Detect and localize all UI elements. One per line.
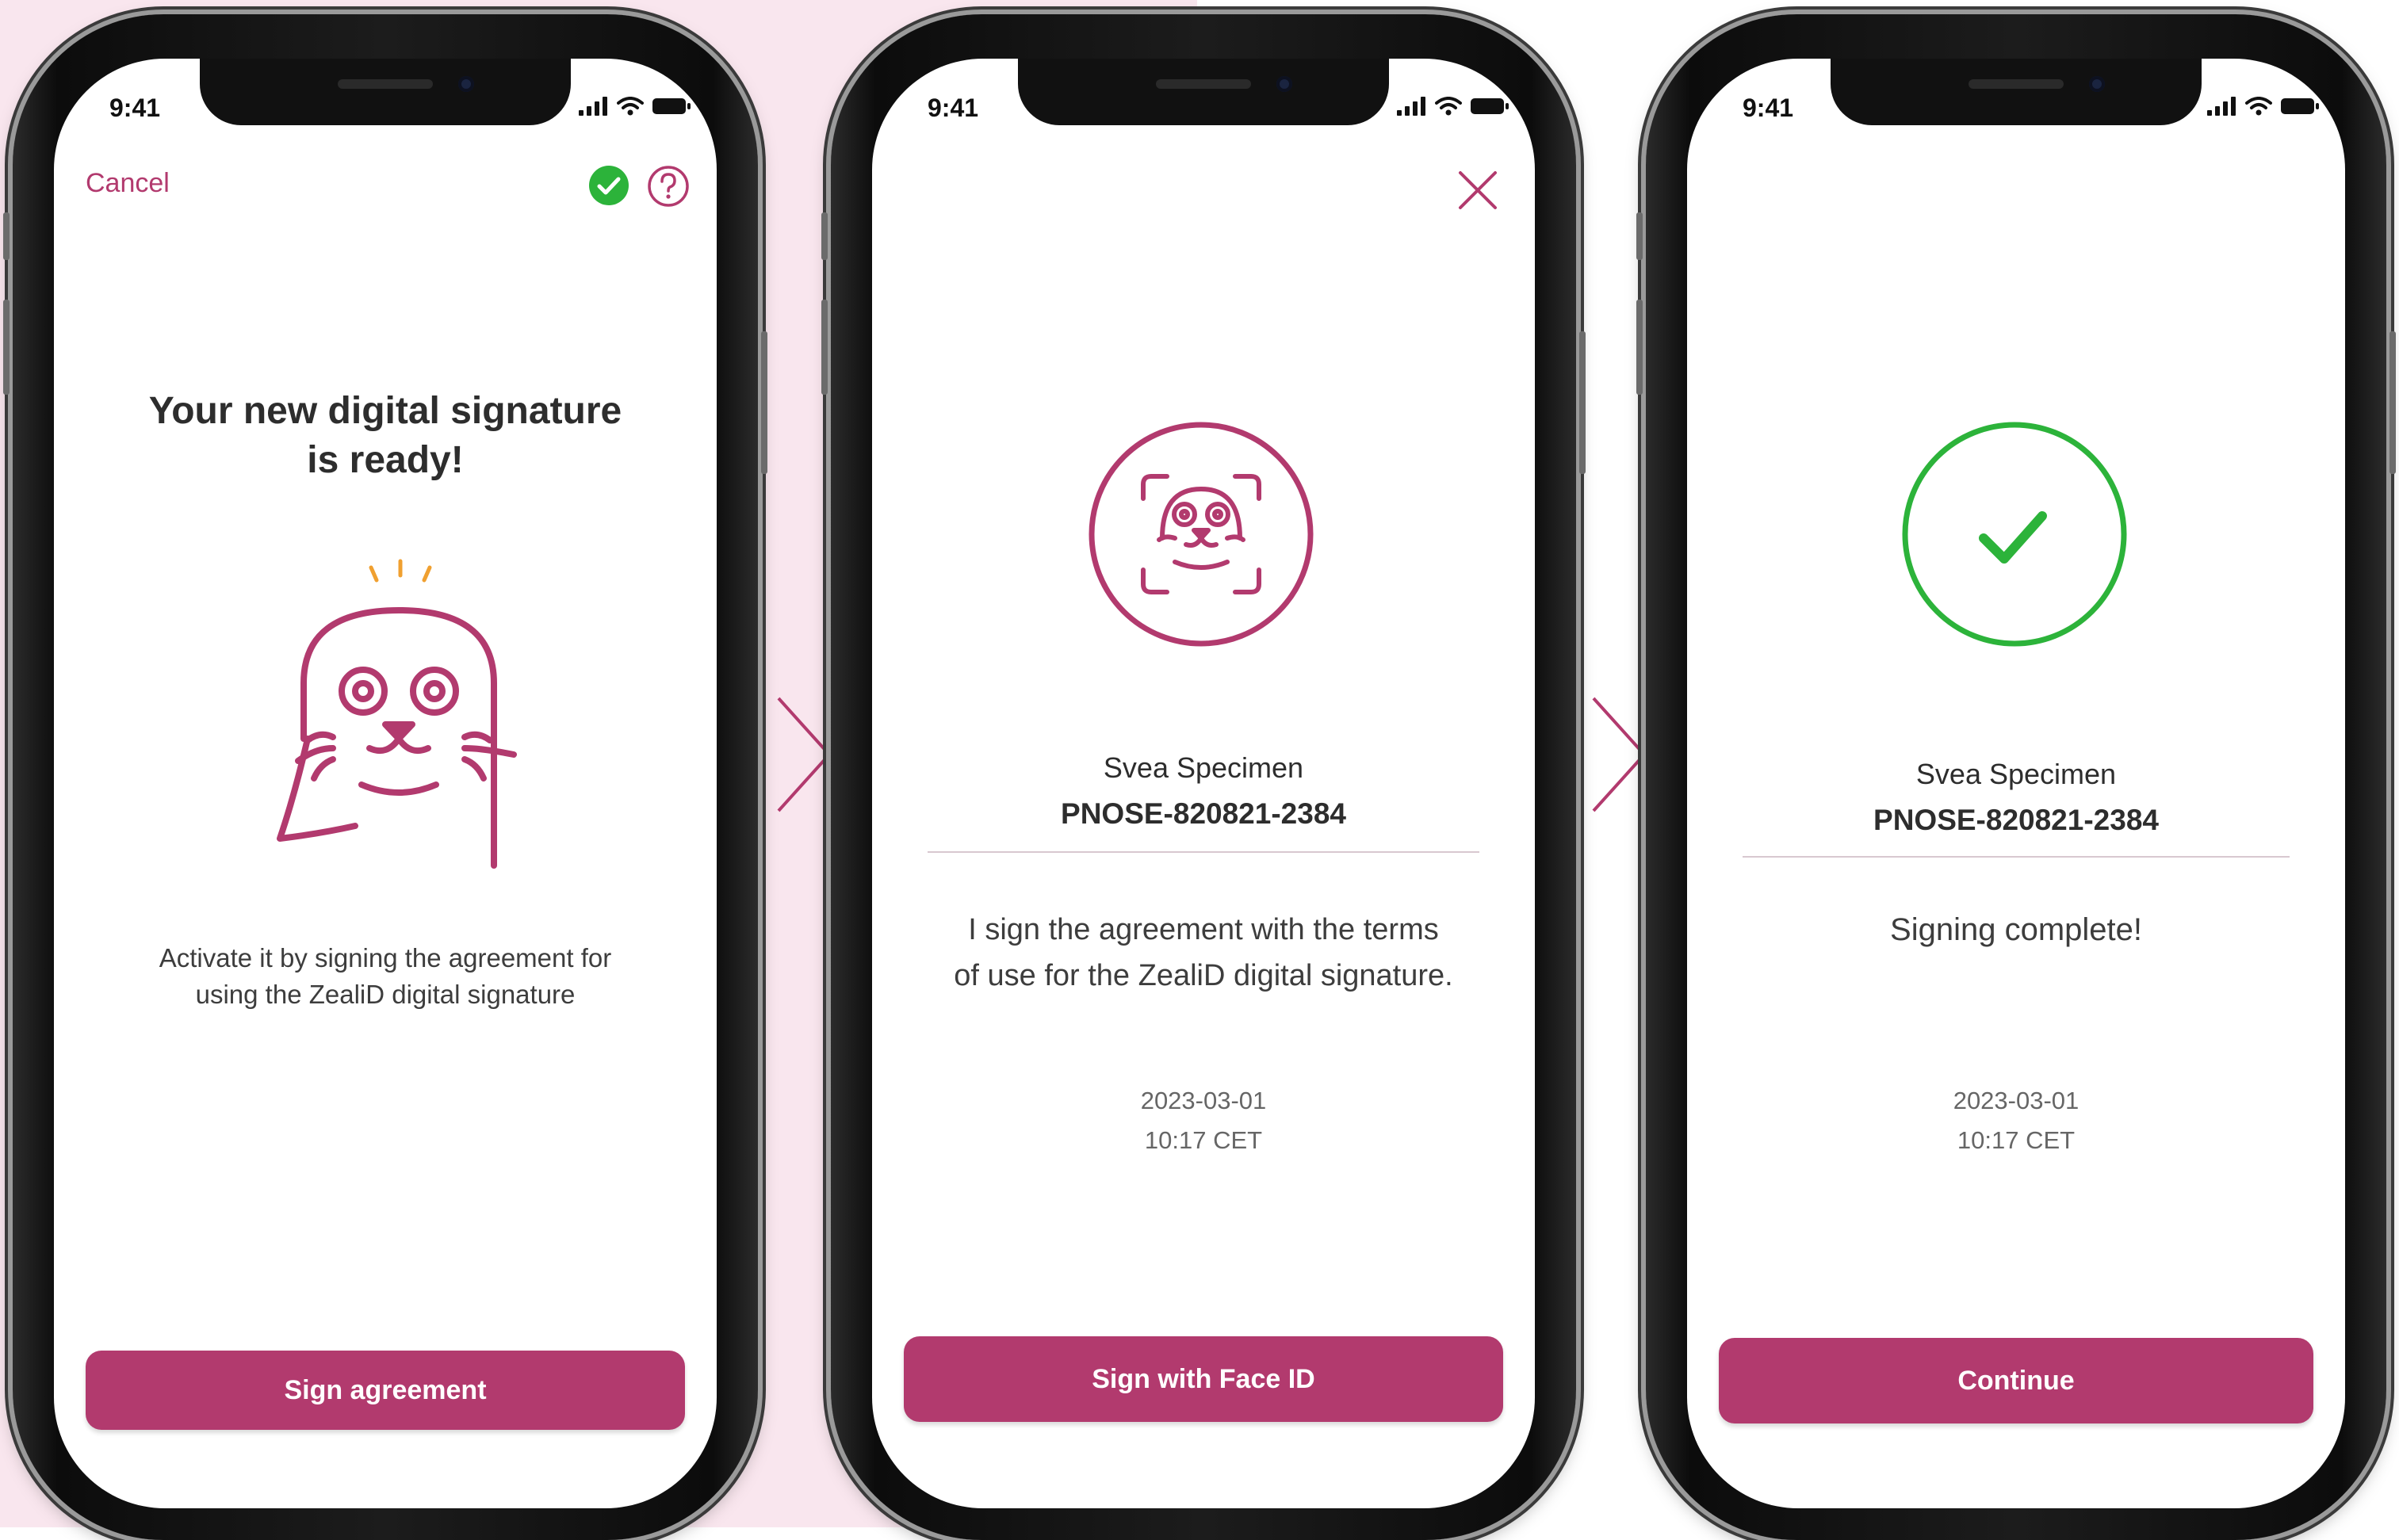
sign-with-face-id-button[interactable]: Sign with Face ID <box>904 1336 1503 1422</box>
battery-icon <box>652 98 691 114</box>
signing-time: 10:17 CET <box>1957 1126 2076 1154</box>
wifi-icon <box>2245 97 2272 116</box>
message-line-2: of use for the ZealiD digital signature. <box>954 959 1453 992</box>
screen-content: 9:41 Svea Specimen PNOSE-820821-2384 I s… <box>872 59 1535 1508</box>
help-icon[interactable] <box>647 165 690 208</box>
signing-datetime: 2023-03-01 10:17 CET <box>872 1081 1535 1160</box>
signer-name: Svea Specimen <box>1103 751 1304 784</box>
title-line-1: Your new digital signature <box>148 390 622 432</box>
status-time: 9:41 <box>928 94 979 122</box>
cancel-link[interactable]: Cancel <box>86 168 170 199</box>
description: Activate it by signing the agreement for… <box>86 940 685 1013</box>
status-time: 9:41 <box>1743 94 1794 122</box>
status-time: 9:41 <box>109 94 161 122</box>
signing-date: 2023-03-01 <box>1953 1087 2080 1114</box>
screen-content: 9:41 Svea Specimen PNOSE-820821-2384 Sig… <box>1687 59 2345 1508</box>
signer-id: PNOSE-820821-2384 <box>1061 797 1346 830</box>
divider <box>928 851 1479 853</box>
page-title: Your new digital signature is ready! <box>54 387 717 485</box>
notch <box>1018 59 1389 125</box>
battery-icon <box>2281 98 2319 114</box>
notch <box>200 59 571 125</box>
desc-line-1: Activate it by signing the agreement for <box>159 943 612 973</box>
status-bar-icons <box>579 97 691 116</box>
notch <box>1831 59 2202 125</box>
signer-name: Svea Specimen <box>1915 758 2117 790</box>
title-line-2: is ready! <box>307 439 464 481</box>
agreement-message: I sign the agreement with the terms of u… <box>896 907 1511 999</box>
check-circle-icon <box>1902 422 2127 647</box>
desc-line-2: using the ZealiD digital signature <box>195 980 576 1009</box>
sign-agreement-button[interactable]: Sign agreement <box>86 1351 685 1430</box>
status-check-icon <box>589 166 629 205</box>
status-bar-icons <box>2207 97 2320 116</box>
wifi-icon <box>617 97 644 116</box>
phone-screen-2: 9:41 Svea Specimen PNOSE-820821-2384 I s… <box>821 14 1586 1540</box>
signing-date: 2023-03-01 <box>1140 1087 1267 1114</box>
face-id-seal-icon <box>1089 422 1314 647</box>
phone-screen-1: 9:41 Cancel Your new digital signature i… <box>3 14 767 1540</box>
seal-mascot-icon <box>277 559 517 869</box>
chevron-right-icon <box>777 697 832 812</box>
signal-icon <box>1397 97 1425 116</box>
battery-icon <box>1471 98 1509 114</box>
screen-content: 9:41 Cancel Your new digital signature i… <box>54 59 717 1508</box>
signer-info: Svea Specimen PNOSE-820821-2384 <box>1687 751 2345 843</box>
signer-info: Svea Specimen PNOSE-820821-2384 <box>872 745 1535 837</box>
close-icon[interactable] <box>1457 170 1498 211</box>
divider <box>1743 856 2290 858</box>
signing-datetime: 2023-03-01 10:17 CET <box>1687 1081 2345 1160</box>
signal-icon <box>2207 97 2236 116</box>
wifi-icon <box>1435 97 1462 116</box>
phone-screen-3: 9:41 Svea Specimen PNOSE-820821-2384 Sig… <box>1636 14 2396 1540</box>
message-line-1: I sign the agreement with the terms <box>968 913 1439 946</box>
continue-button[interactable]: Continue <box>1719 1338 2313 1423</box>
signal-icon <box>579 97 607 116</box>
signing-time: 10:17 CET <box>1144 1126 1263 1154</box>
signer-id: PNOSE-820821-2384 <box>1873 804 2159 836</box>
signing-complete-message: Signing complete! <box>1890 912 2142 947</box>
status-bar-icons <box>1397 97 1509 116</box>
chevron-right-icon <box>1592 697 1647 812</box>
